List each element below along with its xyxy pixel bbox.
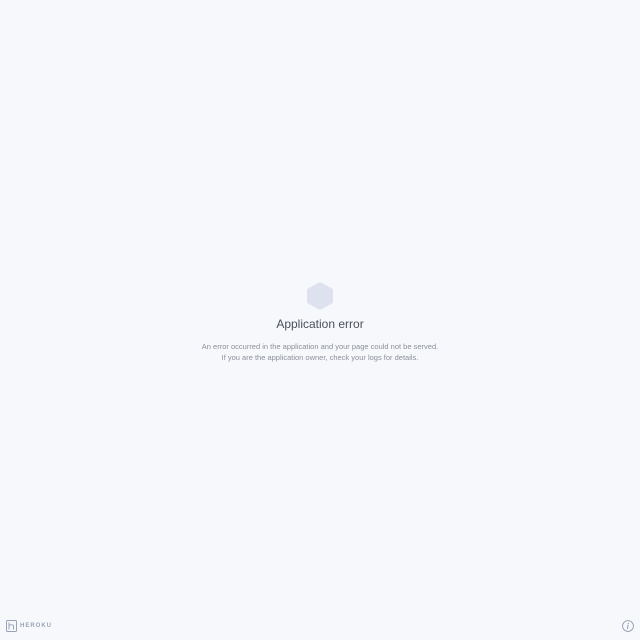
heroku-brand[interactable]: HEROKU xyxy=(6,620,52,632)
error-message: An error occurred in the application and… xyxy=(201,342,439,362)
info-button[interactable] xyxy=(622,620,634,632)
error-title: Application error xyxy=(276,317,364,331)
info-icon xyxy=(622,620,634,632)
brand-name: HEROKU xyxy=(20,623,53,629)
error-panel: Application error An error occurred in t… xyxy=(0,282,640,363)
heroku-logo-icon xyxy=(6,620,17,632)
error-page: Application error An error occurred in t… xyxy=(0,0,640,640)
hexagon-icon xyxy=(307,282,333,310)
